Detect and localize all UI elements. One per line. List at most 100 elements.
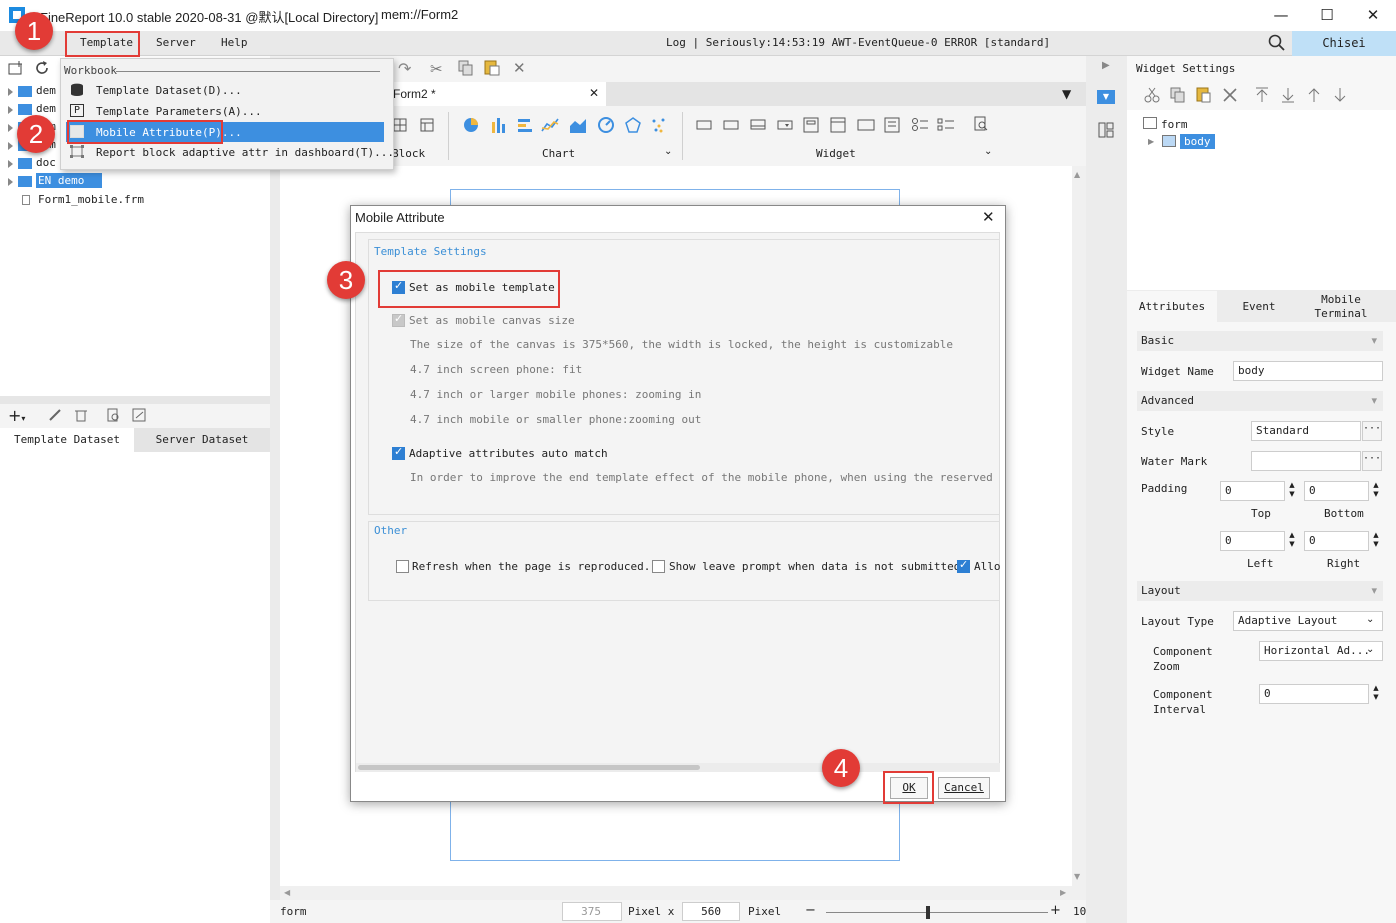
adaptive-auto-match-checkbox[interactable] — [392, 445, 405, 460]
tab-attributes[interactable]: Attributes — [1127, 291, 1217, 322]
zoom-in-icon[interactable]: + — [1050, 903, 1061, 918]
style-label: Style — [1141, 425, 1175, 438]
block-icon[interactable] — [393, 118, 407, 132]
padding-right-stepper[interactable]: ▲ ▼ — [1369, 531, 1383, 551]
tab-template-dataset[interactable]: Template Dataset — [0, 428, 134, 452]
allow-checkbox[interactable] — [957, 558, 970, 573]
section-basic[interactable]: Basic — [1137, 331, 1383, 351]
menu-item-template-parameters[interactable]: Template Parameters(A)... — [96, 105, 262, 118]
search-icon[interactable] — [1268, 34, 1286, 52]
cancel-button[interactable]: Cancel — [938, 777, 990, 799]
panel-splitter[interactable] — [0, 396, 270, 404]
close-window-button[interactable]: ✕ — [1350, 0, 1396, 31]
chart-expand-icon[interactable]: ⌄ — [664, 146, 672, 157]
copy-icon[interactable] — [458, 60, 474, 76]
add-dataset-icon[interactable]: +▾ — [8, 406, 25, 425]
set-canvas-size-checkbox[interactable] — [392, 312, 405, 327]
padding-top-input[interactable]: 0 — [1220, 481, 1285, 501]
padding-bottom-stepper[interactable]: ▲ ▼ — [1369, 481, 1383, 501]
widget-name-input[interactable]: body — [1233, 361, 1383, 381]
close-tab-icon[interactable]: ✕ — [589, 86, 599, 100]
padding-bottom-caption: Bottom — [1324, 507, 1364, 520]
tree-form[interactable]: form — [1161, 118, 1188, 131]
minimize-button[interactable]: — — [1258, 0, 1304, 31]
tree-item-en-demo[interactable]: EN demo — [8, 173, 103, 192]
tab-menu-icon[interactable]: ▼ — [1062, 87, 1071, 101]
tab-mobile-terminal[interactable]: Mobile Terminal — [1310, 293, 1372, 321]
tab-block-icon[interactable] — [420, 118, 434, 132]
left-splitter[interactable] — [270, 56, 280, 923]
section-advanced[interactable]: Advanced — [1137, 391, 1383, 411]
vertical-scrollbar[interactable] — [1072, 166, 1086, 886]
padding-right-input[interactable]: 0 — [1304, 531, 1369, 551]
preview-icon[interactable] — [106, 408, 120, 422]
menu-item-template-dataset[interactable]: Template Dataset(D)... — [96, 84, 242, 97]
layout-type-select[interactable]: Adaptive Layout — [1233, 611, 1383, 631]
padding-bottom-input[interactable]: 0 — [1304, 481, 1369, 501]
tree-item[interactable]: dem — [8, 84, 56, 102]
zoom-out-icon[interactable]: − — [805, 903, 816, 918]
component-interval-input[interactable]: 0 — [1259, 684, 1369, 704]
collapse-panel-icon[interactable]: ▶ — [1102, 60, 1110, 71]
horizontal-scrollbar[interactable] — [280, 886, 1072, 900]
tree-item[interactable]: doc — [8, 156, 56, 174]
paste-icon[interactable] — [484, 59, 500, 76]
dataset-edit-icon[interactable] — [132, 408, 146, 422]
menu-server[interactable]: Server — [156, 36, 196, 49]
dialog-close-icon[interactable]: ✕ — [982, 208, 995, 226]
scroll-left-icon[interactable]: ◀ — [284, 888, 290, 897]
zoom-slider-thumb[interactable] — [926, 906, 930, 919]
component-library-icon[interactable] — [1098, 122, 1114, 138]
canvas-height-input[interactable]: 560 — [682, 902, 740, 921]
widget-settings-icon[interactable]: ▼ — [1097, 90, 1115, 104]
cut-icon[interactable]: ✂ — [430, 60, 443, 78]
padding-left-input[interactable]: 0 — [1220, 531, 1285, 551]
scroll-down-icon[interactable]: ▼ — [1074, 872, 1080, 881]
expand-body-icon[interactable]: ▶ — [1148, 137, 1154, 146]
watermark-input[interactable] — [1251, 451, 1361, 471]
component-zoom-select[interactable]: Horizontal Ad... — [1259, 641, 1383, 661]
tree-label: dem — [36, 102, 56, 115]
allow-label[interactable]: Allo — [974, 560, 1000, 573]
adaptive-auto-match-label[interactable]: Adaptive attributes auto match — [409, 447, 608, 460]
canvas-info-line: 4.7 inch screen phone: fit — [410, 363, 583, 376]
style-input[interactable]: Standard — [1251, 421, 1361, 441]
menu-help[interactable]: Help — [221, 36, 248, 49]
user-name[interactable]: Chisei — [1292, 31, 1396, 56]
dialog-title: Mobile Attribute — [355, 210, 445, 225]
zoom-slider-track[interactable] — [826, 912, 1048, 913]
maximize-button[interactable]: ☐ — [1304, 0, 1350, 31]
widget-expand-icon[interactable]: ⌄ — [984, 146, 992, 157]
component-interval-stepper[interactable]: ▲ ▼ — [1369, 684, 1383, 704]
canvas-width-input[interactable]: 375 — [562, 902, 622, 921]
tab-server-dataset[interactable]: Server Dataset — [134, 428, 270, 452]
component-zoom-dropdown-icon[interactable]: ⌄ — [1366, 644, 1374, 655]
leave-prompt-label[interactable]: Show leave prompt when data is not submi… — [669, 560, 960, 573]
layout-type-dropdown-icon[interactable]: ⌄ — [1366, 614, 1374, 625]
refresh-checkbox[interactable] — [396, 560, 409, 573]
tree-label: EN demo — [36, 173, 103, 188]
watermark-more-button[interactable]: ··· — [1362, 451, 1382, 471]
log-status[interactable]: Log | Seriously:14:53:19 AWT-EventQueue-… — [666, 36, 1050, 49]
style-more-button[interactable]: ··· — [1362, 421, 1382, 441]
refresh-icon[interactable] — [34, 60, 50, 76]
padding-top-stepper[interactable]: ▲ ▼ — [1285, 481, 1299, 501]
tree-body[interactable]: body — [1180, 134, 1215, 149]
redo-icon[interactable]: ↷ — [398, 59, 411, 78]
tree-item-file[interactable]: Form1_mobile.frm — [22, 193, 144, 211]
status-mode: form — [280, 905, 307, 918]
preview-form-icon[interactable] — [973, 116, 989, 132]
delete-widget-icon[interactable]: ✕ — [513, 59, 526, 77]
menu-item-report-block-adaptive[interactable]: Report block adaptive attr in dashboard(… — [96, 146, 394, 159]
dialog-scroll-thumb[interactable] — [358, 765, 700, 770]
delete-icon[interactable] — [74, 408, 88, 422]
padding-left-stepper[interactable]: ▲ ▼ — [1285, 531, 1299, 551]
scroll-up-icon[interactable]: ▲ — [1074, 170, 1080, 179]
leave-prompt-checkbox[interactable] — [652, 560, 665, 573]
edit-icon[interactable] — [48, 408, 62, 422]
refresh-label[interactable]: Refresh when the page is reproduced. — [412, 560, 650, 573]
tab-event[interactable]: Event — [1217, 291, 1301, 322]
new-folder-icon[interactable] — [8, 61, 24, 75]
scroll-right-icon[interactable]: ▶ — [1060, 888, 1066, 897]
section-layout[interactable]: Layout — [1137, 581, 1383, 601]
